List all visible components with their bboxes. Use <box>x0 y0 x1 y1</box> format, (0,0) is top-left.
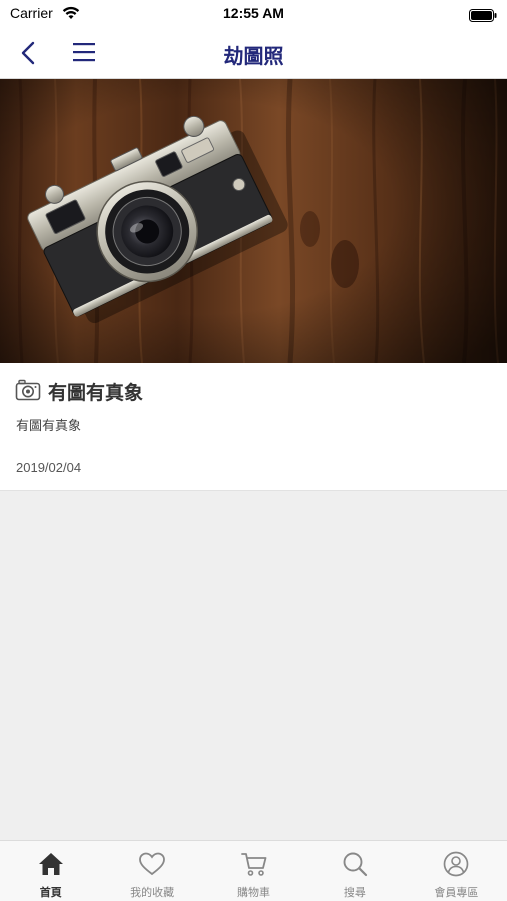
status-bar: Carrier 12:55 AM <box>0 0 507 28</box>
tab-label: 會員專區 <box>434 886 479 899</box>
article-card[interactable]: 有圖有真象 有圖有真象 2019/02/04 <box>0 363 507 491</box>
tab-bar: 首頁 我的收藏 購物車 搜尋 會員專區 <box>0 840 507 901</box>
hero-image <box>0 79 507 363</box>
nav-bar: 劫圖照 <box>0 28 507 79</box>
tab-home[interactable]: 首頁 <box>0 841 101 901</box>
tab-cart[interactable]: 購物車 <box>203 841 304 901</box>
heart-icon <box>138 851 166 881</box>
status-time: 12:55 AM <box>223 5 284 21</box>
tab-search[interactable]: 搜尋 <box>304 841 405 901</box>
camera-icon <box>15 379 41 405</box>
tab-favorites[interactable]: 我的收藏 <box>101 841 202 901</box>
article-summary: 有圖有真象 <box>16 419 82 434</box>
tab-label: 購物車 <box>237 886 271 899</box>
user-icon <box>442 851 470 881</box>
tab-member[interactable]: 會員專區 <box>406 841 507 901</box>
article-title: 有圖有真象 <box>48 382 144 404</box>
cart-icon <box>240 851 268 881</box>
tab-label: 首頁 <box>39 886 62 899</box>
home-icon <box>37 851 65 881</box>
tab-label: 我的收藏 <box>130 886 175 899</box>
search-icon <box>341 851 369 881</box>
battery-icon <box>469 7 497 26</box>
page-title: 劫圖照 <box>223 44 284 68</box>
article-date: 2019/02/04 <box>16 460 82 475</box>
tab-label: 搜尋 <box>343 886 366 899</box>
